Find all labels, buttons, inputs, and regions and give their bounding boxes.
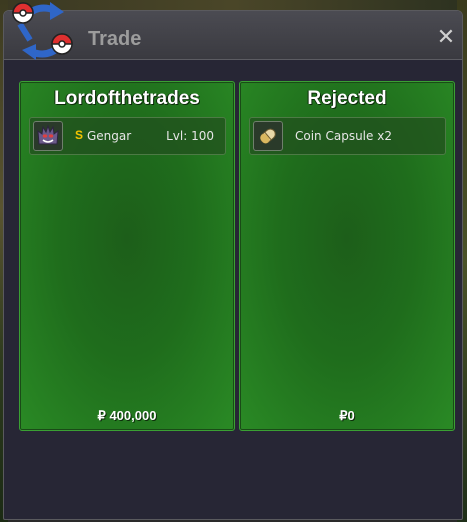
offer-item-row[interactable]: Coin Capsule x2 xyxy=(249,117,446,155)
close-icon[interactable]: ✕ xyxy=(436,27,456,49)
their-offer-panel: Rejected Coin Capsule x2 ₽0 xyxy=(239,81,455,431)
gengar-icon xyxy=(33,121,63,151)
item-level: Lvl: 100 xyxy=(166,129,214,143)
offer-item-row[interactable]: S Gengar Lvl: 100 xyxy=(29,117,226,155)
trade-window: Trade ✕ Lordofthetrades S Gengar Lvl: 10… xyxy=(3,10,463,520)
trade-swap-pokeball-icon xyxy=(8,0,78,66)
item-quantity: x2 xyxy=(377,129,392,143)
item-name-text: Coin Capsule xyxy=(295,129,374,143)
trade-status: Rejected xyxy=(307,88,387,109)
money-symbol: ₽ xyxy=(97,408,106,423)
money-offer: ₽ 400,000 xyxy=(20,408,234,424)
money-symbol: ₽ xyxy=(339,408,348,423)
player-name: Lordofthetrades xyxy=(54,88,200,109)
coin-capsule-icon xyxy=(253,121,283,151)
window-title: Trade xyxy=(88,28,142,50)
money-amount: 0 xyxy=(347,408,355,423)
money-offer: ₽0 xyxy=(240,408,454,424)
my-offer-panel: Lordofthetrades S Gengar Lvl: 100 ₽ 400,… xyxy=(19,81,235,431)
item-name: Coin Capsule x2 xyxy=(295,129,392,143)
money-amount: 400,000 xyxy=(109,408,157,423)
item-name: Gengar xyxy=(87,129,132,143)
shiny-badge: S xyxy=(75,128,84,142)
